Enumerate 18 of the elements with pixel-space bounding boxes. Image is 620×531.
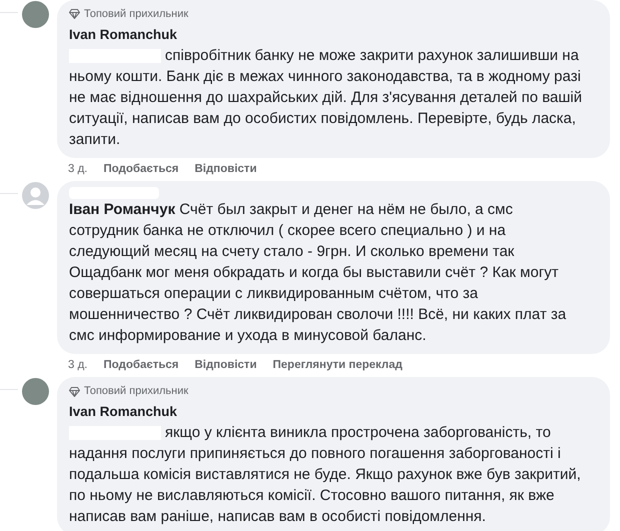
avatar-photo-placeholder[interactable] — [22, 1, 49, 28]
action-link[interactable]: Відповісти — [194, 357, 257, 374]
comment-text: співробітник банку не може закрити рахунок залишивши на ньому кошти. Банк діє в межах чинного законодавства, та в жодному разі не має відношення до шахрайських дій. Для з'ясування деталей по вашій ситуації, написав вам до особистих повідомлень. Перевірте, будь ласка, запити. — [69, 46, 582, 148]
action-link[interactable]: Переглянути переклад — [272, 357, 402, 374]
author-name[interactable]: Ivan Romanchuk — [69, 402, 598, 422]
action-link[interactable]: Відповісти — [194, 160, 257, 178]
action-link[interactable]: Подобається — [104, 160, 179, 178]
comment-text: Іван Романчук Счёт был закрыт и денег на нём не было, а смс сотрудник банка не отключил ( скорее всего специально ) и на следующий месяц на счету стало - 9грн. И сколько времени так Ощадбанк мог меня обкрадать и когда бы выставили счёт ? Как могут совершаться операции с ликвидированным счётом, что за мошенничество ? Счёт ликвидирован сволочи !!!! Всё, ни каких плат за смс информирование и ухода в минусовой баланс. — [69, 201, 566, 344]
action-link[interactable]: Подобається — [104, 357, 179, 374]
comment-time[interactable]: 3 д. — [68, 357, 88, 374]
avatar-photo-placeholder[interactable] — [22, 378, 49, 406]
diamond-icon — [69, 386, 80, 396]
badge-label: Топовий прихильник — [84, 384, 188, 400]
comment-text: якщо у клієнта виникла прострочена заборгованість, то надання послуги припиняється до повного погашення заборгованості і подальша комісія виставлятися не буде. Якщо рахунок вже був закритий, по ньому не виславляються комісії. Стосовно вашого питання, як вже написав вам раніше, написав вам в особисті повідомлення. — [69, 424, 581, 525]
badge-label: Топовий прихильник — [84, 7, 188, 22]
author-name[interactable]: Ivan Romanchuk — [69, 24, 598, 45]
comment-time[interactable]: 3 д. — [68, 160, 88, 178]
diamond-icon — [69, 9, 80, 20]
